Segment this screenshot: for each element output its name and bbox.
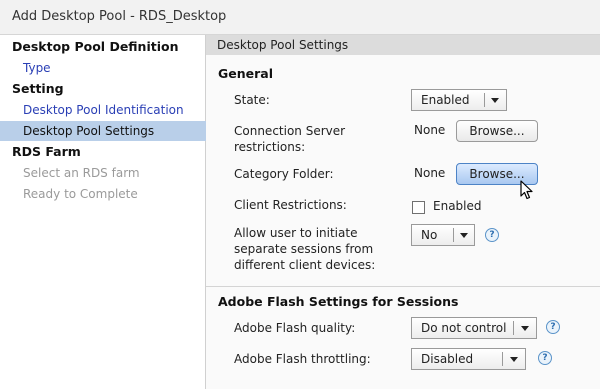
connection-server-label-line1: Connection Server (234, 124, 346, 138)
window-title: Add Desktop Pool - RDS_Desktop (12, 9, 227, 24)
sidebar-item-desktop-pool-settings[interactable]: Desktop Pool Settings (0, 121, 228, 141)
section-title-adobe-flash: Adobe Flash Settings for Sessions (218, 294, 459, 309)
sidebar-heading-desktop-pool-definition: Desktop Pool Definition (12, 39, 179, 54)
select-separator (502, 352, 503, 366)
mouse-pointer-icon (520, 180, 533, 200)
section-divider (206, 286, 600, 287)
chevron-down-icon (491, 98, 499, 103)
client-restrictions-checkbox[interactable] (412, 201, 425, 214)
client-restrictions-label: Client Restrictions: (234, 198, 347, 212)
separate-sessions-label-line1: Allow user to initiate (234, 226, 358, 240)
help-icon[interactable]: ? (485, 228, 499, 242)
help-icon[interactable]: ? (546, 320, 560, 334)
select-separator (484, 93, 485, 107)
separate-sessions-label-line2: separate sessions from (234, 242, 374, 256)
category-folder-label: Category Folder: (234, 167, 334, 181)
connection-server-label-line2: restrictions: (234, 140, 306, 154)
panel-header-title: Desktop Pool Settings (217, 38, 349, 52)
sidebar-heading-setting: Setting (12, 81, 64, 96)
sidebar-item-select-rds-farm: Select an RDS farm (23, 166, 140, 180)
chevron-down-icon (521, 326, 529, 331)
help-icon[interactable]: ? (538, 351, 552, 365)
flash-throttling-label: Adobe Flash throttling: (234, 352, 371, 366)
connection-server-value: None (414, 123, 446, 137)
flash-throttling-select[interactable]: Disabled (411, 348, 526, 370)
flash-quality-select-value: Do not control (421, 321, 507, 335)
flash-quality-label: Adobe Flash quality: (234, 321, 356, 335)
client-restrictions-checkbox-label: Enabled (433, 199, 482, 213)
select-separator (453, 228, 454, 242)
sidebar-heading-rds-farm: RDS Farm (12, 144, 81, 159)
state-select[interactable]: Enabled (411, 89, 507, 111)
panel-header: Desktop Pool Settings (206, 35, 600, 55)
sidebar-item-type[interactable]: Type (0, 58, 228, 78)
state-label: State: (234, 93, 270, 107)
wizard-sidebar: Desktop Pool Definition Type Setting Des… (0, 35, 228, 389)
chevron-down-icon (460, 233, 468, 238)
select-separator (513, 321, 514, 335)
settings-panel: Desktop Pool Settings General State: Ena… (206, 35, 600, 389)
separate-sessions-select-value: No (421, 228, 438, 242)
separate-sessions-select[interactable]: No (411, 224, 475, 246)
state-select-value: Enabled (421, 93, 470, 107)
separate-sessions-label-line3: different client devices: (234, 258, 376, 272)
sidebar-item-ready-to-complete: Ready to Complete (23, 187, 138, 201)
chevron-down-icon (510, 357, 518, 362)
category-folder-value: None (414, 166, 446, 180)
section-title-general: General (218, 66, 273, 81)
connection-server-browse-button[interactable]: Browse... (456, 120, 538, 142)
flash-quality-select[interactable]: Do not control (411, 317, 537, 339)
window-titlebar: Add Desktop Pool - RDS_Desktop (0, 0, 600, 35)
sidebar-item-desktop-pool-identification[interactable]: Desktop Pool Identification (0, 100, 228, 120)
flash-throttling-select-value: Disabled (421, 352, 474, 366)
